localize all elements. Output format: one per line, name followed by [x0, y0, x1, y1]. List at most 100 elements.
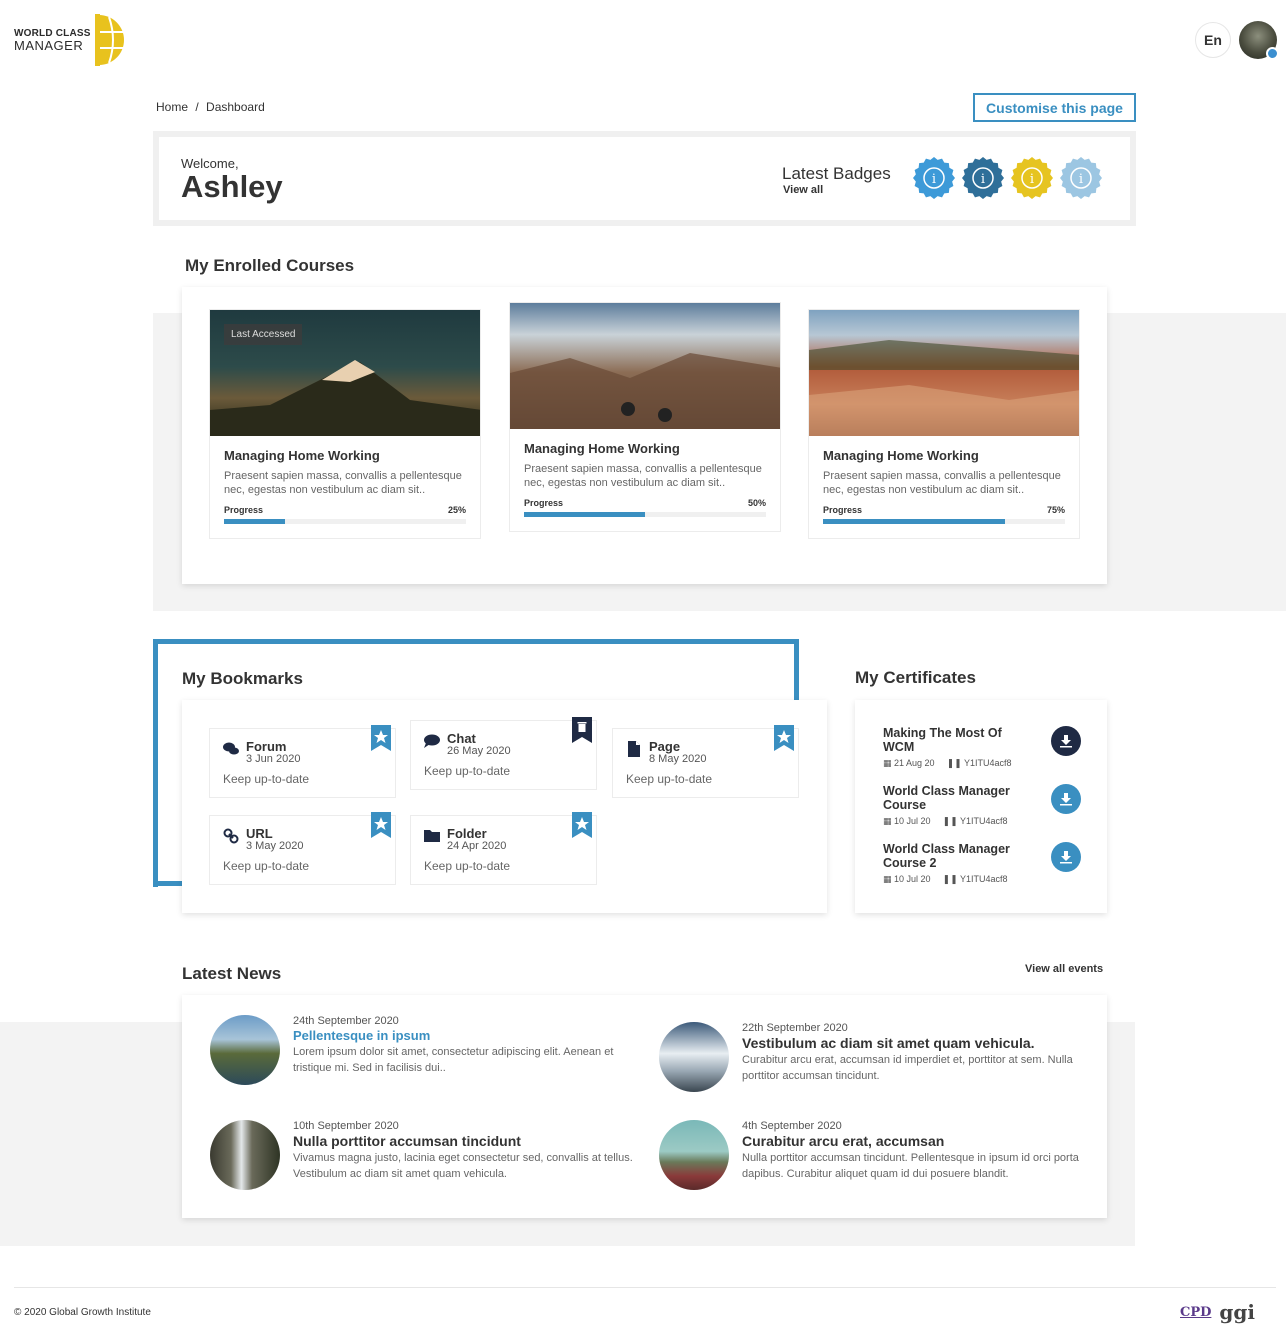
- certificate-code: Y1ITU4acf8: [959, 816, 1008, 826]
- course-card[interactable]: Last Accessed Managing Home Working Prae…: [209, 309, 481, 539]
- bookmark-card[interactable]: URL 3 May 2020 Keep up-to-date: [209, 812, 396, 885]
- bookmark-star-icon[interactable]: [774, 725, 794, 751]
- bookmark-card[interactable]: Chat 26 May 2020 Keep up-to-date: [410, 717, 597, 790]
- news-thumbnail: [659, 1022, 729, 1092]
- news-thumbnail: [659, 1120, 729, 1190]
- news-text: Nulla porttitor accumsan tincidunt. Pell…: [742, 1152, 1079, 1180]
- view-all-events-link[interactable]: View all events: [1025, 963, 1103, 975]
- progress-percent: 25%: [447, 505, 466, 515]
- bookmark-star-icon[interactable]: [371, 812, 391, 838]
- language-button[interactable]: En: [1195, 22, 1231, 58]
- bookmark-date: 3 May 2020: [246, 840, 304, 852]
- latest-badges-title: Latest Badges: [782, 164, 891, 183]
- news-date: 24th September 2020: [293, 1015, 399, 1027]
- badges-view-all-link[interactable]: View all: [783, 184, 823, 196]
- enrolled-courses-panel: Last Accessed Managing Home Working Prae…: [182, 287, 1107, 584]
- globe-logo-icon: [94, 14, 127, 66]
- course-image: Last Accessed: [210, 310, 480, 436]
- bookmark-type: Page: [649, 739, 681, 754]
- news-title[interactable]: Curabitur arcu erat, accumsan: [742, 1133, 1082, 1149]
- user-avatar[interactable]: [1239, 21, 1279, 60]
- logo-line2: MANAGER: [14, 38, 84, 53]
- progress-fill: [823, 519, 1005, 524]
- bookmarks-highlight-frame-corner: [153, 881, 183, 886]
- news-title[interactable]: Nulla porttitor accumsan tincidunt: [293, 1133, 633, 1149]
- bookmark-type: Chat: [447, 731, 476, 746]
- certificate-item: Making The Most Of WCM ▦ 21 Aug 20 ❚❚ Y1…: [883, 726, 1083, 769]
- bookmark-description: Keep up-to-date: [223, 859, 310, 873]
- cpd-logo: CPD: [1180, 1304, 1212, 1320]
- course-card[interactable]: Managing Home Working Praesent sapien ma…: [808, 309, 1080, 539]
- bookmark-star-icon[interactable]: [572, 812, 592, 838]
- badge-icon[interactable]: i: [1059, 156, 1103, 200]
- bookmark-date: 26 May 2020: [447, 745, 511, 757]
- badge-icon[interactable]: i: [1010, 156, 1054, 200]
- bookmark-description: Keep up-to-date: [424, 859, 511, 873]
- news-date: 4th September 2020: [742, 1120, 842, 1132]
- progress-label: Progress: [524, 498, 564, 508]
- calendar-icon: ▦ 21 Aug 20: [883, 758, 935, 768]
- breadcrumb-home[interactable]: Home: [156, 100, 188, 114]
- news-title-link[interactable]: Pellentesque in ipsum: [293, 1028, 633, 1043]
- bookmark-description: Keep up-to-date: [424, 764, 511, 778]
- course-description: Praesent sapien massa, convallis a pelle…: [224, 470, 462, 496]
- bookmarks-highlight-frame-edge: [794, 639, 799, 700]
- bookmark-date: 3 Jun 2020: [246, 753, 301, 765]
- certificate-date: 21 Aug 20: [894, 758, 935, 768]
- link-icon: [223, 828, 239, 844]
- bookmark-star-icon[interactable]: [371, 725, 391, 751]
- footer-divider: [14, 1287, 1276, 1288]
- barcode-icon: ❚❚ Y1ITU4acf8: [942, 816, 1008, 826]
- welcome-user-name: Ashley: [181, 169, 283, 204]
- progress-row: Progress 25%: [224, 505, 466, 515]
- bookmark-card[interactable]: Folder 24 Apr 2020 Keep up-to-date: [410, 812, 597, 885]
- wcm-logo[interactable]: WORLD CLASS MANAGER: [14, 14, 129, 66]
- bookmarks-panel: Forum 3 Jun 2020 Keep up-to-date Chat 26…: [182, 700, 827, 913]
- progress-percent: 50%: [747, 498, 766, 508]
- certificate-code: Y1ITU4acf8: [963, 758, 1012, 768]
- news-text: Lorem ipsum dolor sit amet, consectetur …: [293, 1046, 614, 1074]
- last-accessed-tag: Last Accessed: [224, 324, 303, 345]
- customise-page-button[interactable]: Customise this page: [973, 93, 1136, 122]
- certificate-code: Y1ITU4acf8: [959, 874, 1008, 884]
- certificate-meta: ▦ 21 Aug 20 ❚❚ Y1ITU4acf8: [883, 758, 1083, 769]
- welcome-banner: Welcome, Ashley Latest Badges View all i…: [153, 131, 1136, 226]
- course-description: Praesent sapien massa, convallis a pelle…: [823, 470, 1061, 496]
- bookmark-description: Keep up-to-date: [626, 772, 713, 786]
- course-title: Managing Home Working: [524, 441, 680, 456]
- certificate-item: World Class Manager Course 2 ▦ 10 Jul 20…: [883, 842, 1083, 885]
- footer-copyright: © 2020 Global Growth Institute: [14, 1307, 151, 1318]
- svg-text:i: i: [932, 172, 936, 187]
- calendar-icon: ▦ 10 Jul 20: [883, 874, 931, 884]
- news-thumbnail: [210, 1015, 280, 1085]
- bookmark-type: Forum: [246, 739, 287, 754]
- download-certificate-button[interactable]: [1051, 726, 1081, 756]
- badge-icon[interactable]: i: [961, 156, 1005, 200]
- download-certificate-button[interactable]: [1051, 784, 1081, 814]
- progress-percent: 75%: [1046, 505, 1065, 515]
- latest-news-title: Latest News: [182, 964, 282, 983]
- news-thumbnail: [210, 1120, 280, 1190]
- certificate-date: 10 Jul 20: [894, 816, 931, 826]
- bookmark-delete-icon[interactable]: [572, 717, 592, 743]
- svg-text:i: i: [1079, 172, 1083, 187]
- bookmark-card[interactable]: Page 8 May 2020 Keep up-to-date: [612, 725, 799, 798]
- enrolled-courses-title: My Enrolled Courses: [185, 256, 355, 275]
- course-image: [809, 310, 1079, 436]
- bookmark-card[interactable]: Forum 3 Jun 2020 Keep up-to-date: [209, 725, 396, 798]
- certificates-panel: Making The Most Of WCM ▦ 21 Aug 20 ❚❚ Y1…: [855, 700, 1107, 913]
- download-certificate-button[interactable]: [1051, 842, 1081, 872]
- calendar-icon: ▦ 10 Jul 20: [883, 816, 931, 826]
- certificates-title: My Certificates: [855, 668, 976, 687]
- progress-bar: [524, 512, 766, 517]
- barcode-icon: ❚❚ Y1ITU4acf8: [942, 874, 1008, 884]
- news-title[interactable]: Vestibulum ac diam sit amet quam vehicul…: [742, 1035, 1082, 1051]
- course-card[interactable]: Managing Home Working Praesent sapien ma…: [509, 302, 781, 532]
- news-text: Vivamus magna justo, lacinia eget consec…: [293, 1152, 633, 1180]
- badge-icon[interactable]: i: [912, 156, 956, 200]
- certificate-date: 10 Jul 20: [894, 874, 931, 884]
- chat-icon: [424, 734, 440, 748]
- breadcrumb: Home / Dashboard: [156, 100, 269, 114]
- breadcrumb-dashboard: Dashboard: [206, 100, 265, 114]
- bookmark-type: URL: [246, 826, 273, 841]
